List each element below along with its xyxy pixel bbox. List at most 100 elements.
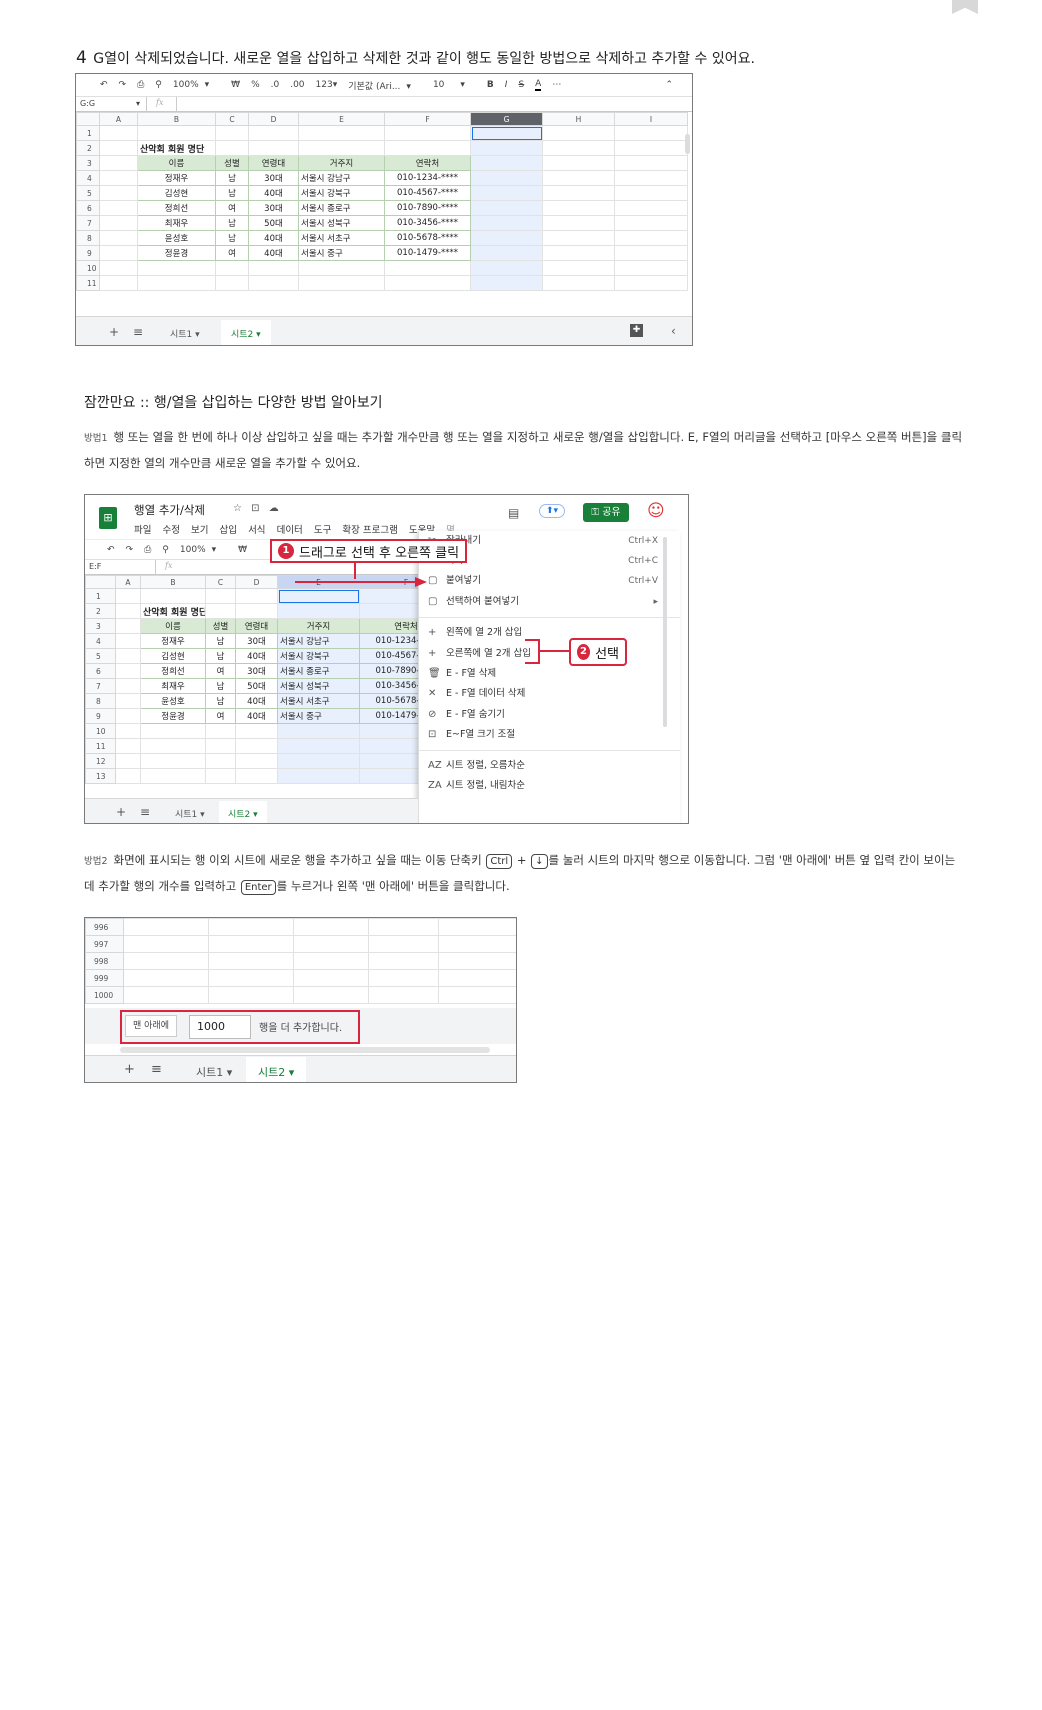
cell[interactable] bbox=[248, 140, 299, 156]
cell[interactable] bbox=[115, 723, 141, 739]
corner-cell[interactable] bbox=[85, 575, 116, 589]
cell[interactable] bbox=[293, 986, 369, 1004]
undo-icon[interactable]: ↶ bbox=[100, 80, 108, 90]
add-sheet-button[interactable]: + bbox=[116, 805, 126, 819]
column-header-a[interactable]: A bbox=[115, 575, 141, 589]
cell[interactable] bbox=[115, 738, 141, 754]
name-box[interactable]: E:F bbox=[89, 562, 101, 571]
column-header-d[interactable]: D bbox=[248, 112, 299, 126]
corner-cell[interactable] bbox=[76, 112, 100, 126]
row-header[interactable]: 996 bbox=[85, 918, 124, 936]
cell[interactable] bbox=[368, 986, 439, 1004]
table-cell[interactable]: 010-7890-**** bbox=[384, 200, 471, 216]
cell[interactable] bbox=[235, 588, 278, 604]
cell[interactable] bbox=[137, 260, 216, 276]
cell[interactable] bbox=[115, 663, 141, 679]
more-icon[interactable]: ⋯ bbox=[552, 80, 561, 90]
row-header[interactable]: 11 bbox=[85, 738, 116, 754]
cell[interactable] bbox=[235, 768, 278, 784]
cell[interactable] bbox=[115, 693, 141, 709]
menu-insert[interactable]: 삽입 bbox=[220, 525, 237, 536]
paint-format-icon[interactable]: ⚲ bbox=[162, 545, 169, 555]
increase-decimal-icon[interactable]: .00 bbox=[290, 80, 304, 90]
table-header-cell[interactable]: 성별 bbox=[205, 618, 236, 634]
cell[interactable] bbox=[293, 918, 369, 936]
row-header[interactable]: 997 bbox=[85, 935, 124, 953]
table-cell[interactable]: 40대 bbox=[235, 708, 278, 724]
menu-data[interactable]: 데이터 bbox=[277, 525, 303, 536]
menu-format[interactable]: 서식 bbox=[248, 525, 265, 536]
cell[interactable] bbox=[542, 200, 615, 216]
table-cell[interactable]: 30대 bbox=[235, 663, 278, 679]
cell[interactable] bbox=[277, 603, 360, 619]
row-header[interactable]: 12 bbox=[85, 753, 116, 769]
cell[interactable] bbox=[368, 918, 439, 936]
column-header-g[interactable]: G bbox=[470, 112, 543, 126]
row-header[interactable]: 4 bbox=[85, 633, 116, 649]
all-sheets-icon[interactable]: ≡ bbox=[151, 1062, 162, 1077]
cell[interactable] bbox=[208, 918, 294, 936]
table-cell[interactable]: 정재우 bbox=[140, 633, 206, 649]
column-header-f[interactable]: F bbox=[384, 112, 471, 126]
table-cell[interactable]: 남 bbox=[205, 648, 236, 664]
cell[interactable] bbox=[614, 230, 688, 246]
font-select[interactable]: 기본값 (Ari... ▾ bbox=[348, 79, 422, 92]
cell[interactable] bbox=[248, 125, 299, 141]
cell[interactable] bbox=[438, 969, 516, 987]
cell[interactable] bbox=[208, 935, 294, 953]
row-header[interactable]: 7 bbox=[85, 678, 116, 694]
cell[interactable] bbox=[215, 260, 249, 276]
cell[interactable] bbox=[293, 935, 369, 953]
row-header[interactable]: 1 bbox=[85, 588, 116, 604]
table-cell[interactable]: 010-5678-**** bbox=[384, 230, 471, 246]
row-header[interactable]: 4 bbox=[76, 170, 100, 186]
cell[interactable] bbox=[99, 245, 138, 261]
cell[interactable] bbox=[384, 260, 471, 276]
row-header[interactable]: 999 bbox=[85, 969, 124, 987]
print-icon[interactable]: ⎙ bbox=[144, 545, 151, 555]
table-header-cell[interactable]: 연락처 bbox=[384, 155, 471, 171]
cell[interactable] bbox=[99, 155, 138, 171]
tab-sheet1[interactable]: 시트1 ▾ bbox=[175, 807, 205, 820]
table-cell[interactable]: 최재우 bbox=[140, 678, 206, 694]
tab-sheet1[interactable]: 시트1 ▾ bbox=[196, 1064, 232, 1080]
table-cell[interactable]: 서울시 강남구 bbox=[298, 170, 385, 186]
name-box[interactable]: G:G bbox=[80, 99, 95, 108]
column-header-a[interactable]: A bbox=[99, 112, 138, 126]
table-cell[interactable]: 최재우 bbox=[137, 215, 216, 231]
cell[interactable] bbox=[542, 215, 615, 231]
table-cell[interactable]: 서울시 성북구 bbox=[277, 678, 360, 694]
cell[interactable] bbox=[614, 125, 688, 141]
cell[interactable] bbox=[614, 245, 688, 261]
cell[interactable] bbox=[140, 768, 206, 784]
undo-icon[interactable]: ↶ bbox=[107, 545, 115, 555]
present-icon[interactable]: ⬆▾ bbox=[539, 504, 566, 518]
chevron-left-icon[interactable]: ‹ bbox=[671, 324, 676, 338]
italic-icon[interactable]: I bbox=[505, 80, 508, 90]
row-header[interactable]: 1 bbox=[76, 125, 100, 141]
add-sheet-button[interactable]: + bbox=[124, 1062, 135, 1077]
cell[interactable] bbox=[115, 603, 141, 619]
all-sheets-icon[interactable]: ≡ bbox=[140, 805, 150, 819]
cell[interactable] bbox=[470, 200, 543, 216]
cell[interactable] bbox=[248, 275, 299, 291]
cell[interactable] bbox=[205, 588, 236, 604]
comment-history-icon[interactable]: ▤ bbox=[508, 506, 519, 520]
context-menu-item[interactable]: 🗑 E - F열 삭제 bbox=[419, 664, 680, 684]
cell[interactable] bbox=[208, 986, 294, 1004]
cell[interactable] bbox=[235, 738, 278, 754]
table-cell[interactable]: 남 bbox=[215, 170, 249, 186]
table-cell[interactable]: 40대 bbox=[248, 185, 299, 201]
cell[interactable] bbox=[115, 708, 141, 724]
share-button[interactable]: ⚿ 공유 bbox=[583, 503, 629, 522]
tab-sheet1[interactable]: 시트1 ▾ bbox=[170, 327, 200, 340]
table-header-cell[interactable]: 이름 bbox=[140, 618, 206, 634]
cell[interactable] bbox=[248, 260, 299, 276]
document-title[interactable]: 행열 추가/삭제 bbox=[134, 502, 205, 518]
table-title[interactable]: 산악회 회원 명단 bbox=[140, 603, 206, 619]
font-size-select[interactable]: 10 ▾ bbox=[433, 80, 476, 90]
cell[interactable] bbox=[542, 125, 615, 141]
cell[interactable] bbox=[123, 918, 209, 936]
table-header-cell[interactable]: 연령대 bbox=[248, 155, 299, 171]
cell[interactable] bbox=[115, 678, 141, 694]
